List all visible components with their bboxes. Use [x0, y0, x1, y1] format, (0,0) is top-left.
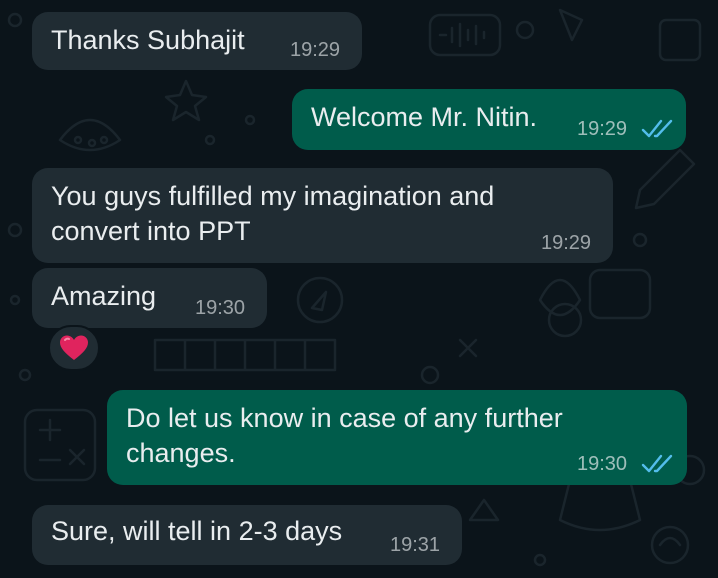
message-incoming[interactable]: You guys fulfilled my imagination and co… — [32, 168, 613, 263]
message-time: 19:29 — [541, 232, 592, 254]
message-text-line: convert into PPT — [51, 216, 251, 246]
message-text: Welcome Mr. Nitin. — [311, 102, 538, 132]
message-time: 19:29 — [577, 118, 628, 140]
message-incoming[interactable]: Thanks Subhajit 19:29 — [32, 12, 362, 70]
message-text-line: You guys fulfilled my imagination and — [51, 181, 495, 211]
message-time: 19:30 — [577, 453, 628, 475]
message-time: 19:31 — [390, 534, 441, 556]
message-text-line: changes. — [126, 438, 236, 468]
message-text-line: Do let us know in case of any further — [126, 403, 563, 433]
message-outgoing[interactable]: Do let us know in case of any further ch… — [107, 390, 687, 485]
double-check-read-icon — [641, 454, 673, 473]
message-time: 19:30 — [195, 297, 246, 319]
message-incoming[interactable]: Amazing 19:30 — [32, 268, 267, 328]
message-incoming[interactable]: Sure, will tell in 2-3 days 19:31 — [32, 505, 462, 565]
message-reaction[interactable] — [48, 325, 100, 371]
double-check-read-icon — [641, 119, 673, 138]
message-time: 19:29 — [290, 39, 341, 61]
message-text: Thanks Subhajit — [51, 25, 245, 55]
message-text: Sure, will tell in 2-3 days — [51, 516, 343, 546]
message-text: Amazing — [51, 281, 157, 311]
conversation: Thanks Subhajit 19:29 Welcome Mr. Nitin.… — [0, 0, 718, 578]
red-heart-icon — [60, 335, 88, 360]
message-outgoing[interactable]: Welcome Mr. Nitin. 19:29 — [292, 89, 686, 150]
